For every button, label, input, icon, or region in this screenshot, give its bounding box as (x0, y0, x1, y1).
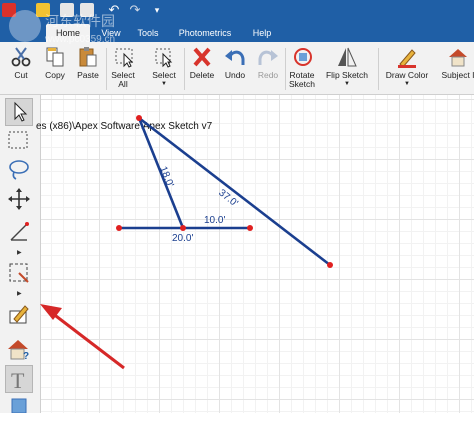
segment-label-37: 37.0' (216, 187, 240, 209)
watermark-site: 河东软件园 (45, 14, 115, 30)
vertex-point[interactable] (247, 225, 253, 231)
vertex-point[interactable] (180, 225, 186, 231)
vertex-point[interactable] (327, 262, 333, 268)
segment-label-10: 10.0' (204, 215, 225, 226)
watermark-logo-icon (9, 10, 41, 42)
sketch-drawing: 18.0' 37.0' 10.0' 20.0' (40, 115, 333, 370)
annotation-arrow (51, 311, 125, 370)
vertex-point[interactable] (116, 225, 122, 231)
vertex-point[interactable] (136, 115, 142, 121)
segment-label-18: 18.0' (157, 165, 175, 189)
watermark: 河东软件园 www.pc0359.cn (9, 10, 115, 45)
segment-label-20: 20.0' (172, 233, 193, 244)
watermark-url: www.pc0359.cn (44, 34, 115, 45)
